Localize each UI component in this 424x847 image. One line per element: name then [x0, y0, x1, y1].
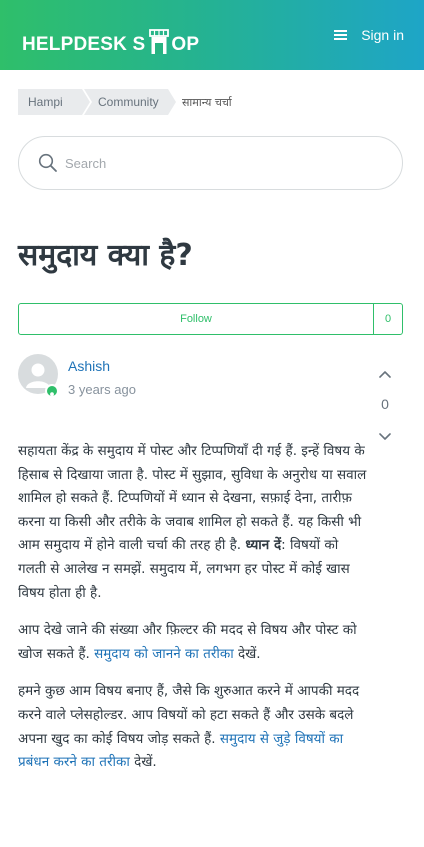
- logo-text-right: OP: [171, 34, 200, 55]
- post-paragraph-2: आप देखे जाने की संख्या और फ़िल्टर की मदद…: [18, 619, 368, 666]
- post-title: समुदाय क्या है?: [18, 238, 193, 273]
- follow-button[interactable]: Follow 0: [18, 303, 403, 335]
- helpdesk-shop-logo[interactable]: HELPDESK S OP: [22, 16, 199, 56]
- breadcrumb-item-community[interactable]: Community: [84, 89, 176, 115]
- post-paragraph-1: सहायता केंद्र के समुदाय में पोस्ट और टिप…: [18, 440, 368, 605]
- breadcrumb: Hampi Community सामान्य चर्चा: [18, 89, 232, 115]
- sign-in-label: Sign in: [361, 27, 404, 43]
- vote-count: 0: [381, 396, 389, 412]
- chevron-down-icon[interactable]: [377, 429, 393, 443]
- breadcrumb-item-general-discussion[interactable]: सामान्य चर्चा: [182, 95, 232, 110]
- author-name-link[interactable]: Ashish: [68, 358, 110, 374]
- search-input[interactable]: [65, 151, 385, 175]
- logo-text-left: HELPDESK S: [22, 34, 146, 55]
- paragraph-text: देखें.: [233, 645, 261, 662]
- site-header: HELPDESK S OP Sign in: [0, 0, 424, 70]
- follow-label: Follow: [180, 313, 212, 325]
- post-paragraph-3: हमने कुछ आम विषय बनाए हैं, जैसे कि शुरुआ…: [18, 680, 368, 774]
- note-label: ध्यान दें: [245, 537, 282, 554]
- sign-in-menu-button[interactable]: Sign in: [334, 24, 404, 46]
- follower-count: 0: [373, 304, 402, 334]
- post-timestamp: 3 years ago: [68, 382, 136, 397]
- hamburger-menu-icon: [334, 30, 348, 40]
- paragraph-text: देखें.: [129, 754, 157, 771]
- breadcrumb-item-hampi[interactable]: Hampi: [18, 89, 90, 115]
- search-bar[interactable]: [18, 136, 403, 190]
- community-guide-link[interactable]: समुदाय को जानने का तरीका: [94, 646, 234, 662]
- team-member-badge-icon: [45, 384, 59, 400]
- post-body: सहायता केंद्र के समुदाय में पोस्ट और टिप…: [18, 440, 368, 789]
- chevron-up-icon[interactable]: [377, 366, 393, 380]
- storefront-icon: [148, 29, 170, 56]
- search-icon: [38, 153, 58, 177]
